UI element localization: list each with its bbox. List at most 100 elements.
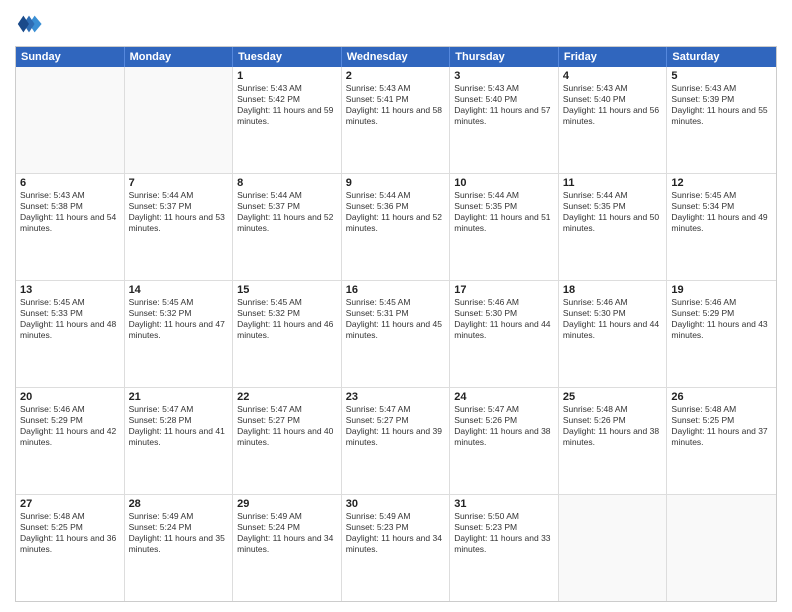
day-info: Sunrise: 5:43 AM Sunset: 5:40 PM Dayligh…: [454, 83, 554, 127]
day-number: 10: [454, 177, 554, 189]
day-number: 21: [129, 391, 229, 403]
day-cell-30: 30Sunrise: 5:49 AM Sunset: 5:23 PM Dayli…: [342, 495, 451, 601]
day-info: Sunrise: 5:45 AM Sunset: 5:32 PM Dayligh…: [129, 297, 229, 341]
empty-cell: [667, 495, 776, 601]
day-number: 15: [237, 284, 337, 296]
day-info: Sunrise: 5:49 AM Sunset: 5:23 PM Dayligh…: [346, 511, 446, 555]
day-info: Sunrise: 5:43 AM Sunset: 5:42 PM Dayligh…: [237, 83, 337, 127]
day-number: 18: [563, 284, 663, 296]
day-number: 30: [346, 498, 446, 510]
day-cell-12: 12Sunrise: 5:45 AM Sunset: 5:34 PM Dayli…: [667, 174, 776, 280]
day-info: Sunrise: 5:44 AM Sunset: 5:35 PM Dayligh…: [454, 190, 554, 234]
calendar-week-1: 1Sunrise: 5:43 AM Sunset: 5:42 PM Daylig…: [16, 67, 776, 173]
day-info: Sunrise: 5:43 AM Sunset: 5:39 PM Dayligh…: [671, 83, 772, 127]
day-info: Sunrise: 5:48 AM Sunset: 5:26 PM Dayligh…: [563, 404, 663, 448]
logo: [15, 10, 47, 38]
day-cell-15: 15Sunrise: 5:45 AM Sunset: 5:32 PM Dayli…: [233, 281, 342, 387]
day-number: 8: [237, 177, 337, 189]
day-cell-7: 7Sunrise: 5:44 AM Sunset: 5:37 PM Daylig…: [125, 174, 234, 280]
day-cell-11: 11Sunrise: 5:44 AM Sunset: 5:35 PM Dayli…: [559, 174, 668, 280]
day-cell-5: 5Sunrise: 5:43 AM Sunset: 5:39 PM Daylig…: [667, 67, 776, 173]
day-cell-4: 4Sunrise: 5:43 AM Sunset: 5:40 PM Daylig…: [559, 67, 668, 173]
calendar-header: SundayMondayTuesdayWednesdayThursdayFrid…: [16, 47, 776, 67]
day-cell-23: 23Sunrise: 5:47 AM Sunset: 5:27 PM Dayli…: [342, 388, 451, 494]
day-number: 31: [454, 498, 554, 510]
day-info: Sunrise: 5:47 AM Sunset: 5:27 PM Dayligh…: [346, 404, 446, 448]
day-info: Sunrise: 5:46 AM Sunset: 5:30 PM Dayligh…: [563, 297, 663, 341]
day-number: 20: [20, 391, 120, 403]
day-cell-2: 2Sunrise: 5:43 AM Sunset: 5:41 PM Daylig…: [342, 67, 451, 173]
calendar-week-2: 6Sunrise: 5:43 AM Sunset: 5:38 PM Daylig…: [16, 173, 776, 280]
day-cell-26: 26Sunrise: 5:48 AM Sunset: 5:25 PM Dayli…: [667, 388, 776, 494]
day-number: 3: [454, 70, 554, 82]
day-cell-24: 24Sunrise: 5:47 AM Sunset: 5:26 PM Dayli…: [450, 388, 559, 494]
day-number: 11: [563, 177, 663, 189]
day-info: Sunrise: 5:50 AM Sunset: 5:23 PM Dayligh…: [454, 511, 554, 555]
day-cell-1: 1Sunrise: 5:43 AM Sunset: 5:42 PM Daylig…: [233, 67, 342, 173]
day-number: 29: [237, 498, 337, 510]
day-info: Sunrise: 5:43 AM Sunset: 5:41 PM Dayligh…: [346, 83, 446, 127]
day-number: 17: [454, 284, 554, 296]
calendar-body: 1Sunrise: 5:43 AM Sunset: 5:42 PM Daylig…: [16, 67, 776, 601]
day-info: Sunrise: 5:49 AM Sunset: 5:24 PM Dayligh…: [237, 511, 337, 555]
empty-cell: [125, 67, 234, 173]
day-cell-31: 31Sunrise: 5:50 AM Sunset: 5:23 PM Dayli…: [450, 495, 559, 601]
day-cell-17: 17Sunrise: 5:46 AM Sunset: 5:30 PM Dayli…: [450, 281, 559, 387]
day-cell-21: 21Sunrise: 5:47 AM Sunset: 5:28 PM Dayli…: [125, 388, 234, 494]
day-cell-22: 22Sunrise: 5:47 AM Sunset: 5:27 PM Dayli…: [233, 388, 342, 494]
day-cell-9: 9Sunrise: 5:44 AM Sunset: 5:36 PM Daylig…: [342, 174, 451, 280]
day-cell-27: 27Sunrise: 5:48 AM Sunset: 5:25 PM Dayli…: [16, 495, 125, 601]
day-number: 2: [346, 70, 446, 82]
day-info: Sunrise: 5:43 AM Sunset: 5:38 PM Dayligh…: [20, 190, 120, 234]
day-number: 19: [671, 284, 772, 296]
logo-icon: [15, 10, 43, 38]
day-number: 7: [129, 177, 229, 189]
day-info: Sunrise: 5:49 AM Sunset: 5:24 PM Dayligh…: [129, 511, 229, 555]
day-number: 1: [237, 70, 337, 82]
day-header-thursday: Thursday: [450, 47, 559, 67]
day-header-tuesday: Tuesday: [233, 47, 342, 67]
day-info: Sunrise: 5:45 AM Sunset: 5:32 PM Dayligh…: [237, 297, 337, 341]
day-info: Sunrise: 5:44 AM Sunset: 5:35 PM Dayligh…: [563, 190, 663, 234]
day-cell-20: 20Sunrise: 5:46 AM Sunset: 5:29 PM Dayli…: [16, 388, 125, 494]
day-info: Sunrise: 5:43 AM Sunset: 5:40 PM Dayligh…: [563, 83, 663, 127]
day-header-sunday: Sunday: [16, 47, 125, 67]
day-info: Sunrise: 5:44 AM Sunset: 5:37 PM Dayligh…: [237, 190, 337, 234]
day-number: 28: [129, 498, 229, 510]
page: SundayMondayTuesdayWednesdayThursdayFrid…: [0, 0, 792, 612]
day-header-monday: Monday: [125, 47, 234, 67]
day-header-friday: Friday: [559, 47, 668, 67]
day-cell-10: 10Sunrise: 5:44 AM Sunset: 5:35 PM Dayli…: [450, 174, 559, 280]
day-cell-29: 29Sunrise: 5:49 AM Sunset: 5:24 PM Dayli…: [233, 495, 342, 601]
day-info: Sunrise: 5:46 AM Sunset: 5:29 PM Dayligh…: [20, 404, 120, 448]
day-info: Sunrise: 5:48 AM Sunset: 5:25 PM Dayligh…: [20, 511, 120, 555]
day-number: 25: [563, 391, 663, 403]
day-info: Sunrise: 5:45 AM Sunset: 5:33 PM Dayligh…: [20, 297, 120, 341]
day-number: 6: [20, 177, 120, 189]
day-cell-6: 6Sunrise: 5:43 AM Sunset: 5:38 PM Daylig…: [16, 174, 125, 280]
day-number: 12: [671, 177, 772, 189]
calendar-week-3: 13Sunrise: 5:45 AM Sunset: 5:33 PM Dayli…: [16, 280, 776, 387]
day-number: 22: [237, 391, 337, 403]
day-number: 14: [129, 284, 229, 296]
day-info: Sunrise: 5:47 AM Sunset: 5:27 PM Dayligh…: [237, 404, 337, 448]
day-number: 24: [454, 391, 554, 403]
day-cell-3: 3Sunrise: 5:43 AM Sunset: 5:40 PM Daylig…: [450, 67, 559, 173]
day-info: Sunrise: 5:44 AM Sunset: 5:37 PM Dayligh…: [129, 190, 229, 234]
day-cell-19: 19Sunrise: 5:46 AM Sunset: 5:29 PM Dayli…: [667, 281, 776, 387]
day-info: Sunrise: 5:47 AM Sunset: 5:28 PM Dayligh…: [129, 404, 229, 448]
header: [15, 10, 777, 38]
day-cell-8: 8Sunrise: 5:44 AM Sunset: 5:37 PM Daylig…: [233, 174, 342, 280]
calendar-week-5: 27Sunrise: 5:48 AM Sunset: 5:25 PM Dayli…: [16, 494, 776, 601]
calendar: SundayMondayTuesdayWednesdayThursdayFrid…: [15, 46, 777, 602]
day-cell-13: 13Sunrise: 5:45 AM Sunset: 5:33 PM Dayli…: [16, 281, 125, 387]
empty-cell: [559, 495, 668, 601]
empty-cell: [16, 67, 125, 173]
day-number: 27: [20, 498, 120, 510]
day-number: 5: [671, 70, 772, 82]
day-info: Sunrise: 5:48 AM Sunset: 5:25 PM Dayligh…: [671, 404, 772, 448]
day-info: Sunrise: 5:45 AM Sunset: 5:34 PM Dayligh…: [671, 190, 772, 234]
day-info: Sunrise: 5:46 AM Sunset: 5:29 PM Dayligh…: [671, 297, 772, 341]
day-number: 13: [20, 284, 120, 296]
day-number: 26: [671, 391, 772, 403]
